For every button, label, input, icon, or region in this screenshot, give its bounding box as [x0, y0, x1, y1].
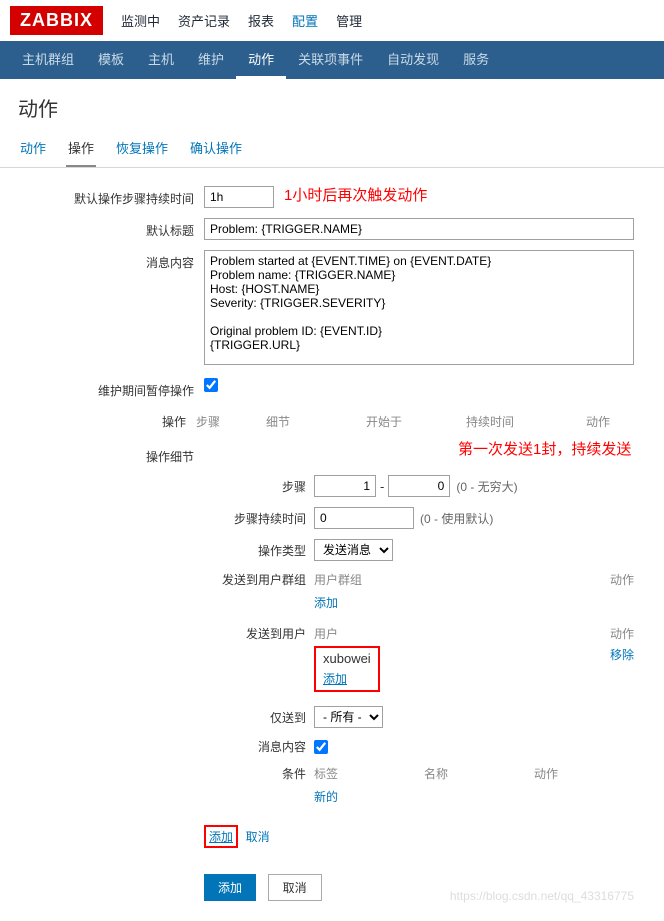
cond-header: 标签 名称 动作 — [314, 765, 634, 782]
label-message: 消息内容 — [18, 250, 204, 271]
label-send-only: 仅送到 — [204, 709, 314, 726]
label-default-title: 默认标题 — [18, 218, 204, 239]
input-step-duration[interactable] — [314, 507, 414, 529]
subnav-hosts[interactable]: 主机 — [136, 41, 186, 79]
topnav-config[interactable]: 配置 — [292, 11, 318, 30]
step-dur-hint: (0 - 使用默认) — [414, 510, 493, 527]
link-detail-add[interactable]: 添加 — [209, 830, 233, 844]
topnav-reports[interactable]: 报表 — [248, 11, 274, 30]
input-step-from[interactable] — [314, 475, 376, 497]
checkbox-msg-content[interactable] — [314, 740, 328, 754]
label-send-group: 发送到用户群组 — [204, 571, 314, 588]
link-detail-cancel[interactable]: 取消 — [246, 830, 270, 844]
topnav-admin[interactable]: 管理 — [336, 11, 362, 30]
label-operations: 操作 — [18, 409, 196, 430]
link-new-condition[interactable]: 新的 — [314, 790, 338, 804]
ops-table-header: 步骤 细节 开始于 持续时间 动作 — [196, 409, 646, 434]
input-step-to[interactable] — [388, 475, 450, 497]
tab-ack[interactable]: 确认操作 — [188, 132, 244, 167]
topnav-assets[interactable]: 资产记录 — [178, 11, 230, 30]
subnav-hostgroups[interactable]: 主机群组 — [10, 41, 86, 79]
send-user-header: 用户 动作 — [314, 625, 634, 642]
tab-operation[interactable]: 操作 — [66, 132, 96, 167]
sub-nav: 主机群组 模板 主机 维护 动作 关联项事件 自动发现 服务 — [0, 41, 664, 79]
step-hint: (0 - 无穷大) — [450, 478, 517, 495]
annotation-send: 第一次发送1封，持续发送 — [458, 438, 664, 459]
operation-detail: 步骤 - (0 - 无穷大) 步骤持续时间 (0 - 使用默认) 操作类型 发送… — [204, 475, 646, 805]
input-default-title[interactable] — [204, 218, 634, 240]
input-default-duration[interactable] — [204, 186, 274, 208]
user-row: xubowei 添加 移除 — [314, 646, 634, 692]
button-cancel[interactable]: 取消 — [268, 874, 322, 901]
button-add[interactable]: 添加 — [204, 874, 256, 901]
annotation-duration: 1小时后再次触发动作 — [284, 184, 427, 205]
user-name: xubowei — [319, 649, 375, 668]
link-add-group[interactable]: 添加 — [314, 596, 338, 610]
page-title: 动作 — [0, 79, 664, 132]
tab-recovery[interactable]: 恢复操作 — [114, 132, 170, 167]
label-step: 步骤 — [204, 478, 314, 495]
label-send-user: 发送到用户 — [204, 625, 314, 642]
label-conditions: 条件 — [204, 765, 314, 782]
top-header: ZABBIX 监测中 资产记录 报表 配置 管理 — [0, 0, 664, 41]
form: 默认操作步骤持续时间 1小时后再次触发动作 默认标题 消息内容 维护期间暂停操作… — [0, 168, 664, 921]
link-remove-user[interactable]: 移除 — [610, 648, 634, 662]
label-op-detail: 操作细节 — [18, 444, 204, 465]
select-send-only[interactable]: - 所有 - — [314, 706, 383, 728]
subnav-discovery[interactable]: 自动发现 — [375, 41, 451, 79]
subnav-services[interactable]: 服务 — [451, 41, 501, 79]
send-group-header: 用户群组 动作 — [314, 571, 634, 588]
tabs: 动作 操作 恢复操作 确认操作 — [0, 132, 664, 168]
label-pause-maint: 维护期间暂停操作 — [18, 378, 204, 399]
checkbox-pause-maint[interactable] — [204, 378, 218, 392]
logo: ZABBIX — [10, 6, 103, 35]
label-default-duration: 默认操作步骤持续时间 — [18, 186, 204, 207]
watermark: https://blog.csdn.net/qq_43316775 — [450, 889, 634, 903]
tab-action[interactable]: 动作 — [18, 132, 48, 167]
subnav-maintenance[interactable]: 维护 — [186, 41, 236, 79]
subnav-correlation[interactable]: 关联项事件 — [286, 41, 375, 79]
link-add-user[interactable]: 添加 — [323, 672, 347, 686]
label-op-type: 操作类型 — [204, 542, 314, 559]
subnav-templates[interactable]: 模板 — [86, 41, 136, 79]
textarea-message[interactable] — [204, 250, 634, 365]
subnav-actions[interactable]: 动作 — [236, 41, 286, 79]
select-op-type[interactable]: 发送消息 — [314, 539, 393, 561]
topnav-monitor[interactable]: 监测中 — [121, 11, 160, 30]
label-msg-content: 消息内容 — [204, 738, 314, 755]
label-step-duration: 步骤持续时间 — [204, 510, 314, 527]
